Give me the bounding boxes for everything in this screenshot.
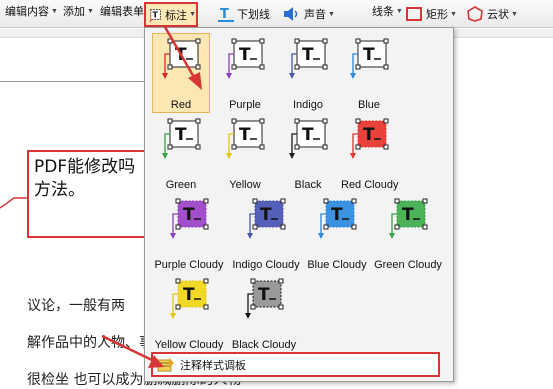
callout-label: 标注 <box>165 9 188 22</box>
callout-style-option[interactable]: T Purple <box>216 33 274 113</box>
svg-text:T: T <box>183 285 195 305</box>
underline-icon: T <box>218 7 234 22</box>
callout-style-icon: T <box>289 118 328 159</box>
underline-label: 下划线 <box>237 9 270 21</box>
callout-style-label: Purple <box>229 99 261 111</box>
callout-style-icon: T <box>245 278 284 319</box>
add-menu[interactable]: 添加 ▼ <box>63 3 94 19</box>
callout-style-label: Black Cloudy <box>231 339 297 351</box>
callout-style-option[interactable]: T Green <box>152 113 210 193</box>
add-label: 添加 <box>63 6 85 18</box>
dropdown-arrow-icon: ▼ <box>328 10 335 18</box>
dropdown-arrow-icon: ▼ <box>189 11 196 18</box>
tutorial-arrow-2 <box>101 334 164 368</box>
sound-label: 声音 <box>304 9 326 21</box>
callout-style-option[interactable]: T Indigo <box>280 33 336 113</box>
toolbar: 编辑内容 ▼ 添加 ▼ 编辑表单 T 标注 ▼ T 下划线 声音 ▼ 线条 ▼ 矩形 ▼ <box>0 0 553 28</box>
callout-style-icon: T <box>226 118 265 159</box>
sound-button[interactable]: 声音 ▼ <box>283 6 335 22</box>
svg-text:T: T <box>331 205 343 225</box>
callout-style-label: Red Cloudy <box>341 179 399 191</box>
callout-style-label: Blue Cloudy <box>307 259 367 271</box>
callout-text-line2: 方法。 <box>34 180 85 200</box>
callout-style-icon: T <box>389 198 428 239</box>
speaker-icon <box>284 7 298 21</box>
callout-style-option[interactable]: T Black Cloudy <box>229 273 299 353</box>
svg-text:T: T <box>402 205 414 225</box>
callout-icon: T <box>149 8 161 22</box>
callout-style-option[interactable]: T Indigo Cloudy <box>229 193 303 273</box>
callout-style-icon: T <box>170 198 209 239</box>
callout-style-icon: T <box>318 198 357 239</box>
tutorial-arrow-1 <box>163 26 202 90</box>
callout-style-label: Indigo <box>293 99 323 111</box>
callout-style-label: Purple Cloudy <box>154 259 224 271</box>
callout-style-icon: T <box>350 118 389 159</box>
callout-style-label: Indigo Cloudy <box>232 259 300 271</box>
svg-text:T: T <box>239 125 251 145</box>
line-button[interactable]: 线条 ▼ <box>372 3 403 19</box>
dropdown-arrow-icon: ▼ <box>450 10 457 18</box>
cloud-button[interactable]: 云状 ▼ <box>466 6 518 22</box>
cloud-label: 云状 <box>487 9 509 21</box>
callout-style-icon: T <box>289 38 328 79</box>
dropdown-arrow-icon: ▼ <box>87 7 94 15</box>
callout-style-option[interactable]: T Blue Cloudy <box>306 193 368 273</box>
callout-style-label: Yellow <box>229 179 261 191</box>
edit-content-menu[interactable]: 编辑内容 ▼ <box>5 3 58 19</box>
svg-text:T: T <box>260 205 272 225</box>
svg-text:T: T <box>363 45 375 65</box>
callout-text-line1: PDF能修改吗 <box>34 157 136 177</box>
edit-form-label: 编辑表单 <box>100 6 144 18</box>
callout-style-option[interactable]: T Green Cloudy <box>371 193 445 273</box>
callout-style-icon: T <box>170 278 209 319</box>
callout-style-icon: T <box>226 38 265 79</box>
page-divider <box>0 81 144 82</box>
svg-text:T: T <box>302 45 314 65</box>
cloud-icon <box>467 6 483 22</box>
rectangle-button[interactable]: 矩形 ▼ <box>406 6 457 22</box>
callout-style-label: Black <box>294 179 322 191</box>
callout-style-label: Green <box>165 179 197 191</box>
svg-text:T: T <box>239 45 251 65</box>
underline-button[interactable]: T 下划线 <box>218 6 270 22</box>
callout-style-label: Blue <box>357 99 381 111</box>
annotation-style-palette-label: 注释样式调板 <box>180 359 246 372</box>
rectangle-icon <box>406 7 422 21</box>
callout-style-icon: T <box>162 118 201 159</box>
line-label: 线条 <box>372 6 394 18</box>
document-text-line: 议论，一般有两 <box>27 298 125 314</box>
dropdown-arrow-icon: ▼ <box>396 7 403 15</box>
annotation-style-palette-button[interactable]: 注释样式调板 <box>151 352 440 377</box>
callout-style-option[interactable]: T Blue <box>340 33 398 113</box>
svg-text:T: T <box>220 7 229 22</box>
callout-style-option[interactable]: T Black <box>280 113 336 193</box>
callout-style-label: Red <box>170 99 192 111</box>
callout-style-option[interactable]: T Purple Cloudy <box>152 193 226 273</box>
dropdown-arrow-icon: ▼ <box>511 10 518 18</box>
edit-content-label: 编辑内容 <box>5 6 49 18</box>
svg-text:T: T <box>175 125 187 145</box>
callout-style-icon: T <box>247 198 286 239</box>
callout-leader-line <box>0 197 28 209</box>
rectangle-label: 矩形 <box>426 9 448 21</box>
svg-text:T: T <box>183 205 195 225</box>
edit-form-menu[interactable]: 编辑表单 <box>100 3 144 19</box>
callout-style-label: Green Cloudy <box>374 259 442 271</box>
dropdown-arrow-icon: ▼ <box>51 7 58 15</box>
svg-text:T: T <box>363 125 375 145</box>
svg-text:T: T <box>258 285 270 305</box>
callout-style-icon: T <box>350 38 389 79</box>
svg-text:T: T <box>302 125 314 145</box>
callout-style-option[interactable]: T Red Cloudy <box>340 113 398 193</box>
svg-text:T: T <box>153 10 159 19</box>
callout-style-option[interactable]: T Yellow <box>216 113 274 193</box>
